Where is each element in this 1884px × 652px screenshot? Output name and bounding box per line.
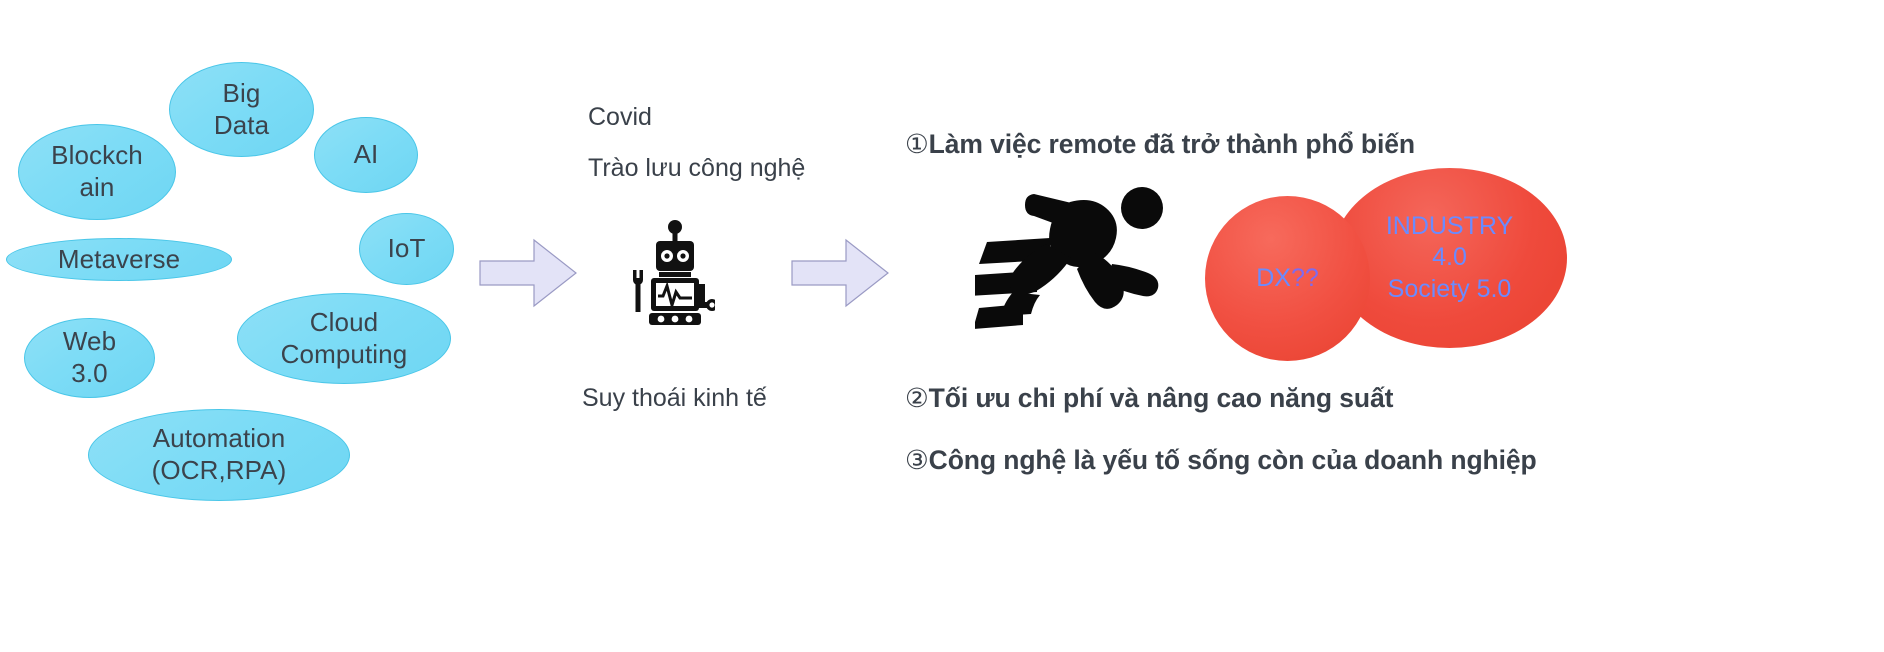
point-3-text: Công nghệ là yếu tố sống còn của doanh n… [928, 445, 1537, 475]
circle-dx-label: DX [1256, 263, 1291, 292]
right-arrow-icon-1 [478, 237, 578, 309]
point-1-marker: ① [905, 129, 929, 159]
middle-text-covid: Covid [588, 103, 652, 131]
circle-dx[interactable]: DX?? [1205, 196, 1370, 361]
bubble-blockchain[interactable]: Blockch ain [18, 124, 176, 220]
point-2-text: Tối ưu chi phí và nâng cao năng suất [928, 383, 1394, 413]
middle-text-tech-trend: Trào lưu công nghệ [588, 154, 806, 182]
bubble-web-3-0[interactable]: Web 3.0 [24, 318, 155, 398]
point-3: ③Công nghệ là yếu tố sống còn của doanh … [905, 443, 1565, 479]
bubble-ai[interactable]: AI [314, 117, 418, 193]
right-arrow-icon-2 [790, 237, 890, 309]
running-person-icon [975, 180, 1200, 335]
point-3-marker: ③ [905, 445, 929, 475]
point-2-marker: ② [905, 383, 929, 413]
bubble-cloud-computing[interactable]: Cloud Computing [237, 293, 451, 384]
bubble-metaverse[interactable]: Metaverse [6, 238, 232, 281]
slide-canvas: Blockch ain Big Data AI Metaverse IoT We… [0, 0, 1884, 652]
point-1: ①Làm việc remote đã trở thành phổ biến [905, 127, 1415, 163]
point-1-text: Làm việc remote đã trở thành phổ biến [928, 129, 1416, 159]
robot-icon [623, 218, 715, 328]
bubble-automation[interactable]: Automation (OCR,RPA) [88, 409, 350, 501]
middle-text-recession: Suy thoái kinh tế [582, 384, 767, 412]
bubble-big-data[interactable]: Big Data [169, 62, 314, 157]
bubble-iot[interactable]: IoT [359, 213, 454, 285]
circle-dx-marks: ?? [1290, 263, 1319, 292]
point-2: ②Tối ưu chi phí và nâng cao năng suất [905, 381, 1393, 417]
